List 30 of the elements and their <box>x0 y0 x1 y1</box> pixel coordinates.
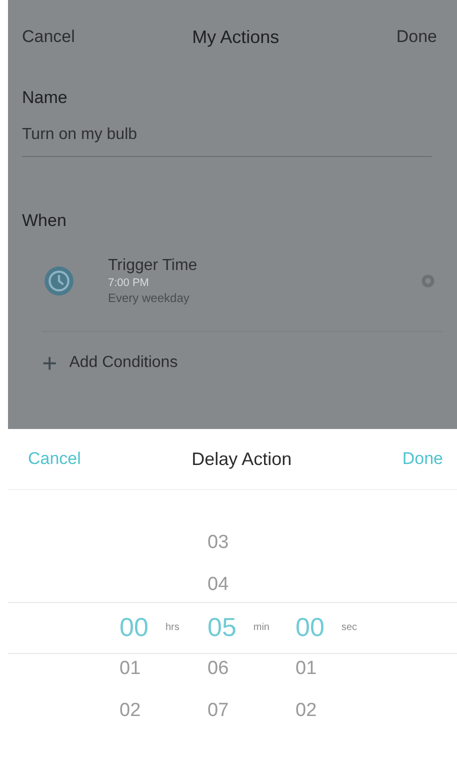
cancel-button[interactable]: Cancel <box>28 449 81 469</box>
add-conditions-button[interactable]: Add Conditions <box>69 354 178 372</box>
picker-value[interactable]: 00 <box>120 612 156 642</box>
name-label: Name <box>22 88 68 108</box>
picker-value[interactable]: 03 <box>208 532 238 554</box>
picker-value[interactable]: 01 <box>120 658 150 680</box>
sheet-title: Delay Action <box>192 448 292 470</box>
picker-value[interactable]: 06 <box>208 658 238 680</box>
unit-label: sec <box>342 622 358 632</box>
settings-icon[interactable] <box>419 272 437 290</box>
picker-value[interactable]: 02 <box>120 700 150 722</box>
picker-value[interactable]: 01 <box>296 658 326 680</box>
section-heading: When <box>22 211 68 231</box>
picker-value[interactable]: 05 <box>208 612 244 642</box>
done-button[interactable]: Done <box>402 449 443 469</box>
clock-icon <box>42 264 76 298</box>
trigger-time: 7:00 PM <box>108 277 150 289</box>
trigger-repeat: Every weekday <box>108 291 190 305</box>
screen-title: My Actions <box>192 26 280 48</box>
picker-value[interactable]: 02 <box>296 700 326 722</box>
picker-value[interactable]: 07 <box>208 700 238 722</box>
unit-label: min <box>253 622 270 632</box>
plus-icon[interactable]: + <box>42 348 58 378</box>
picker-value[interactable]: 00 <box>296 612 332 642</box>
name-field[interactable]: Turn on my bulb <box>22 112 432 157</box>
trigger-title: Trigger Time <box>108 257 198 275</box>
unit-label: hrs <box>166 622 180 632</box>
done-button[interactable]: Done <box>396 27 437 47</box>
cancel-button[interactable]: Cancel <box>22 27 75 47</box>
picker-value[interactable]: 04 <box>208 574 238 596</box>
